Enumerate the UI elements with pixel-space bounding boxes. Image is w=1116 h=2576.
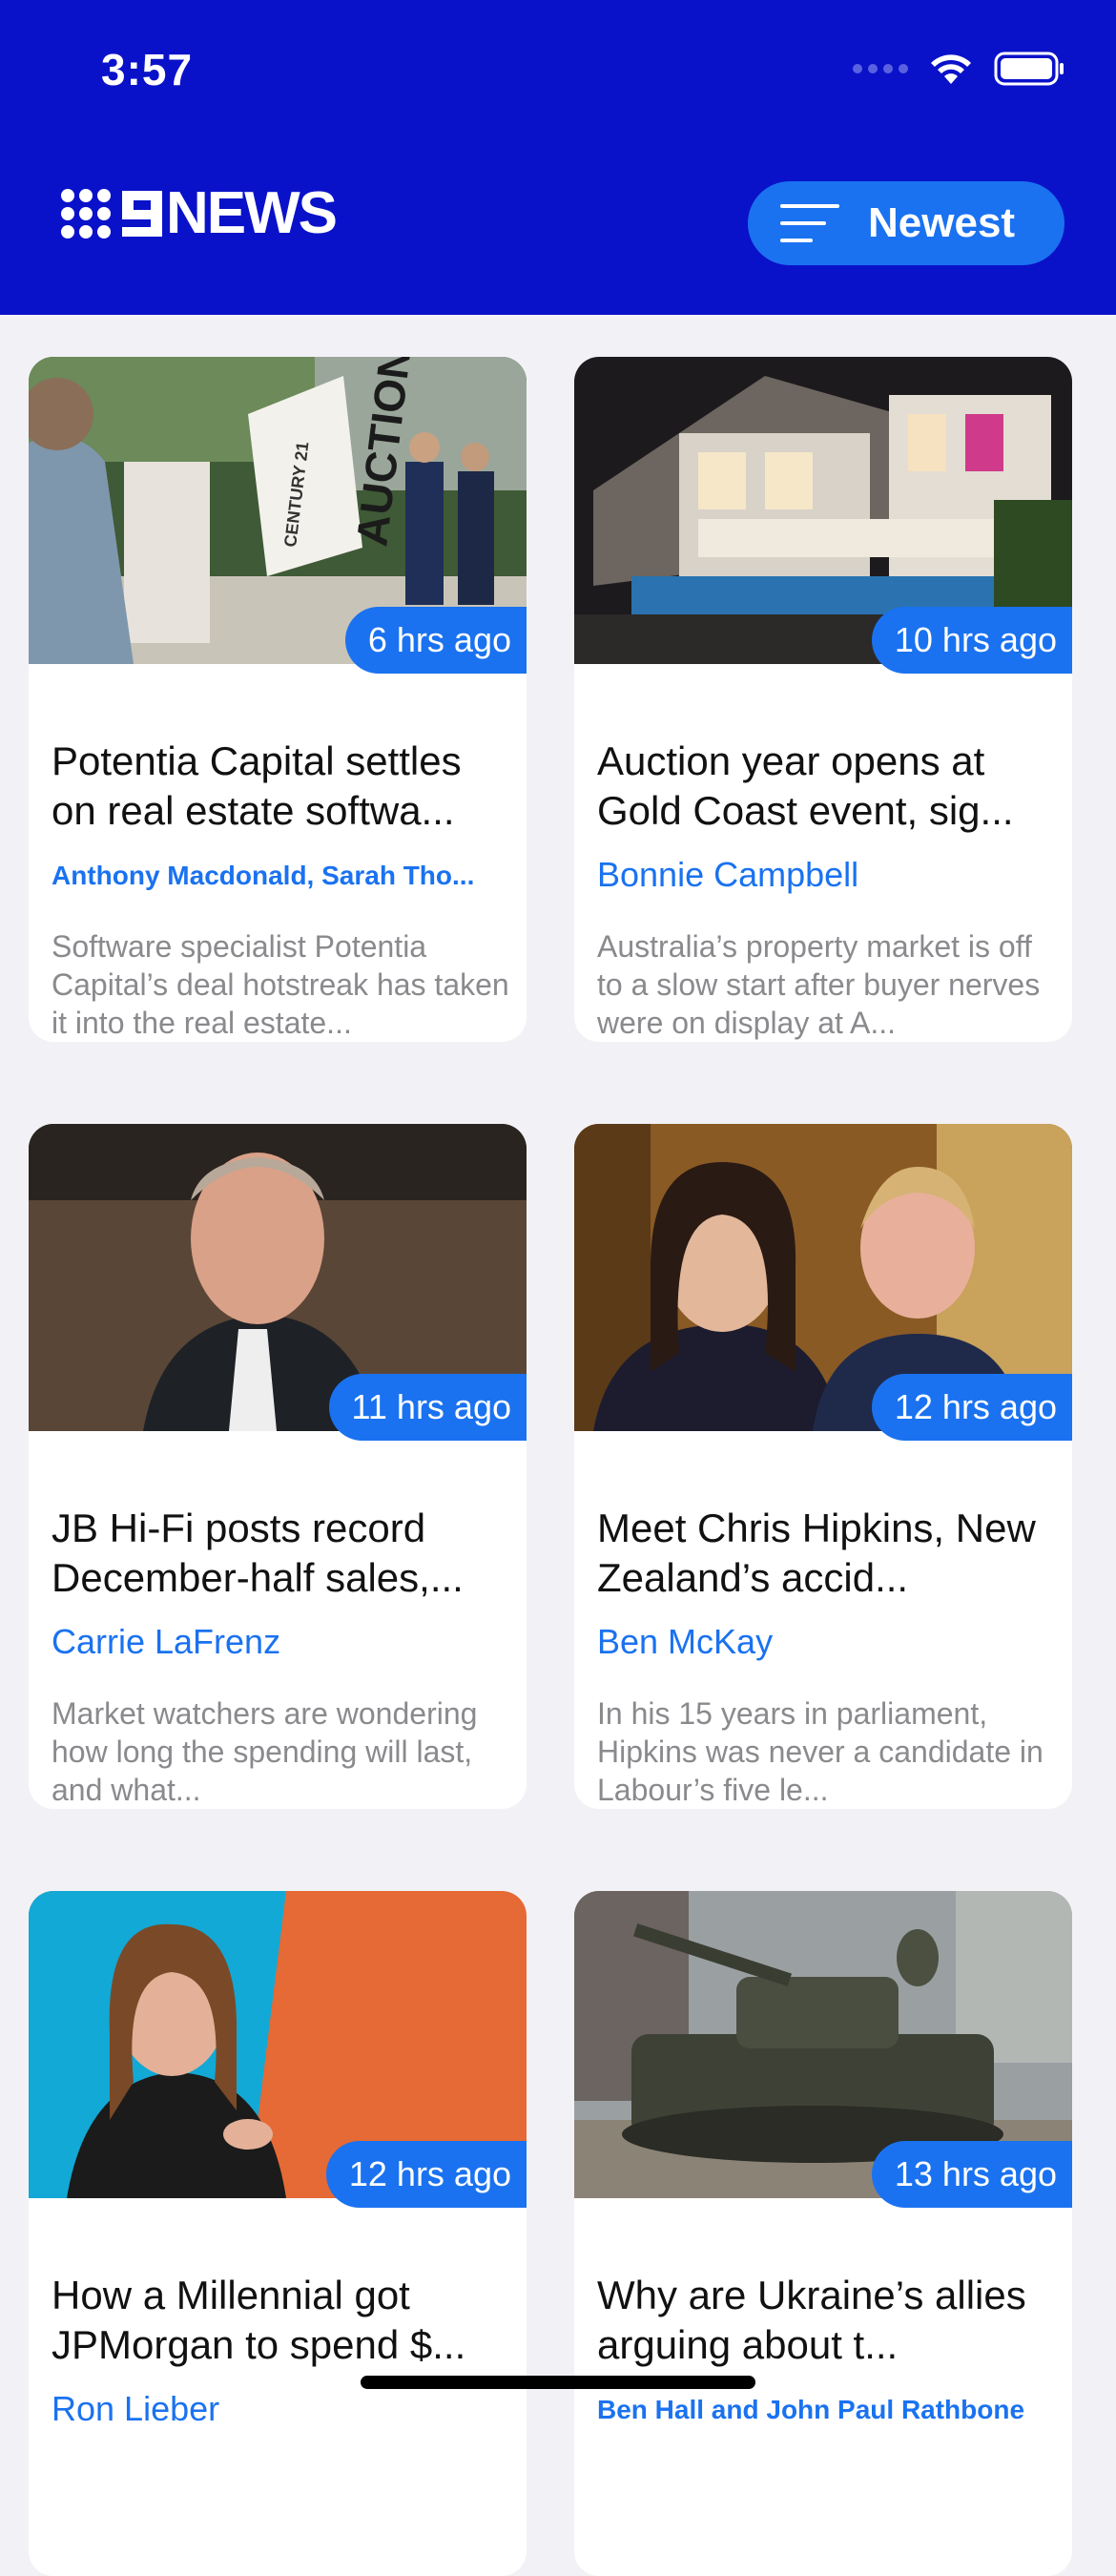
nine-news-logo: NEWS bbox=[61, 180, 338, 246]
article-card[interactable]: 12 hrs ago How a Millennial got JPMorgan… bbox=[29, 1891, 527, 2576]
article-author[interactable]: Bonnie Campbell bbox=[597, 855, 1055, 895]
article-title: Why are Ukraine’s allies arguing about t… bbox=[597, 2273, 1026, 2367]
sort-menu-icon bbox=[780, 204, 839, 242]
article-card[interactable]: AUCTION CENTURY 21 6 hrs ago Potentia Ca… bbox=[29, 357, 527, 1042]
wifi-icon bbox=[931, 54, 971, 84]
nine-glyph-icon bbox=[122, 191, 162, 237]
article-card[interactable]: 11 hrs ago JB Hi-Fi posts record Decembe… bbox=[29, 1124, 527, 1809]
sort-label: Newest bbox=[868, 199, 1016, 246]
article-summary: Australia’s property market is off to a … bbox=[597, 929, 1041, 1040]
battery-icon bbox=[994, 52, 1064, 86]
article-author[interactable]: Carrie LaFrenz bbox=[52, 1622, 509, 1662]
article-card[interactable]: 10 hrs ago Auction year opens at Gold Co… bbox=[574, 357, 1072, 1042]
home-indicator[interactable] bbox=[361, 2376, 755, 2389]
logo-text: NEWS bbox=[166, 180, 338, 246]
cellular-signal-icon bbox=[853, 64, 908, 73]
article-title: Meet Chris Hipkins, New Zealand’s accid.… bbox=[597, 1506, 1036, 1600]
article-title: Potentia Capital settles on real estate … bbox=[52, 738, 462, 833]
article-author[interactable]: Anthony Macdonald, Sarah Tho... bbox=[52, 861, 509, 891]
nine-dots-icon bbox=[61, 189, 111, 239]
article-author[interactable]: Ben McKay bbox=[597, 1622, 1055, 1662]
time-badge: 11 hrs ago bbox=[328, 1374, 527, 1441]
article-summary: Software specialist Potentia Capital’s d… bbox=[52, 929, 509, 1040]
article-summary: Market watchers are wondering how long t… bbox=[52, 1696, 478, 1807]
time-badge: 12 hrs ago bbox=[325, 2141, 527, 2208]
status-icons bbox=[853, 50, 1066, 88]
article-card[interactable]: 13 hrs ago Why are Ukraine’s allies argu… bbox=[574, 1891, 1072, 2576]
time-badge: 10 hrs ago bbox=[871, 607, 1072, 674]
article-title: How a Millennial got JPMorgan to spend $… bbox=[52, 2273, 466, 2367]
article-title: Auction year opens at Gold Coast event, … bbox=[597, 738, 1014, 833]
app-header: 3:57 NEWS Newest bbox=[0, 0, 1116, 315]
time-badge: 6 hrs ago bbox=[344, 607, 527, 674]
article-author[interactable]: Ron Lieber bbox=[52, 2389, 509, 2429]
time-badge: 13 hrs ago bbox=[871, 2141, 1072, 2208]
article-title: JB Hi-Fi posts record December-half sale… bbox=[52, 1506, 464, 1600]
status-time: 3:57 bbox=[101, 45, 194, 94]
article-card[interactable]: 12 hrs ago Meet Chris Hipkins, New Zeala… bbox=[574, 1124, 1072, 1809]
sort-button[interactable]: Newest bbox=[748, 181, 1064, 265]
time-badge: 12 hrs ago bbox=[871, 1374, 1072, 1441]
article-author[interactable]: Ben Hall and John Paul Rathbone bbox=[597, 2395, 1055, 2425]
article-summary: In his 15 years in parliament, Hipkins w… bbox=[597, 1696, 1044, 1807]
